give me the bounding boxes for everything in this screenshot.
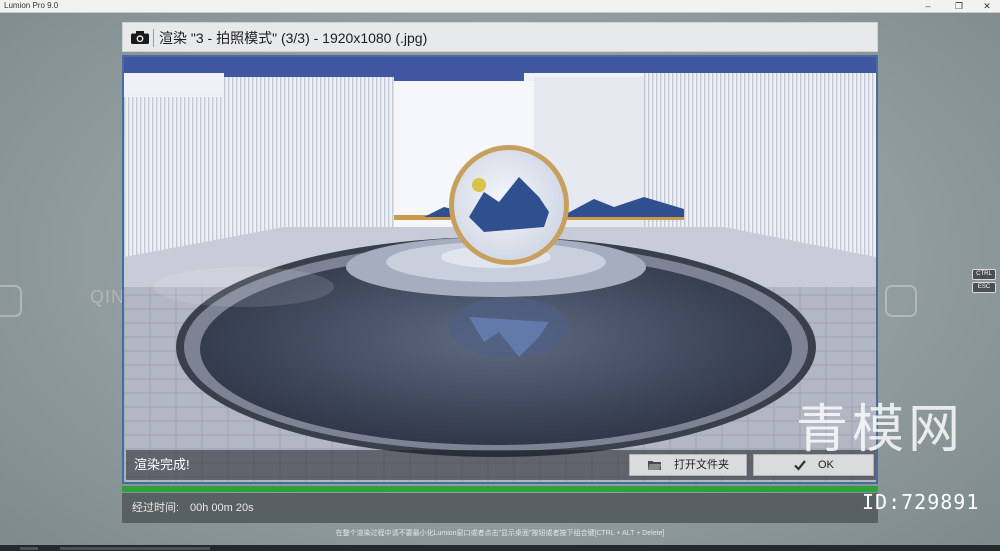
watermark-logo-icon [885, 285, 917, 317]
header-divider [153, 29, 154, 47]
elapsed-time-label: 经过时间: [132, 502, 180, 514]
minimize-icon[interactable]: – [915, 0, 941, 12]
dialog-header: 渲染 "3 - 拍照模式" (3/3) - 1920x1080 (.jpg) [122, 22, 878, 52]
close-icon[interactable]: ✕ [974, 0, 1000, 12]
watermark-logo-icon [0, 285, 22, 317]
elapsed-time-panel: 经过时间: 00h 00m 20s [122, 493, 878, 523]
window-titlebar: Lumion Pro 9.0 – ❐ ✕ [0, 0, 1000, 13]
camera-icon [131, 31, 149, 44]
ctrl-key-hint: CTRL [972, 269, 996, 280]
check-icon [794, 460, 806, 471]
render-status-bar: 渲染完成! 打开文件夹 OK [126, 450, 876, 480]
taskbar [0, 545, 1000, 551]
render-preview: 渲染完成! 打开文件夹 OK [122, 55, 878, 484]
taskbar-item[interactable] [60, 547, 210, 550]
esc-key-hint: ESC [972, 282, 996, 293]
rendered-scene-image [124, 57, 876, 482]
watermark-id: ID:729891 [862, 490, 980, 514]
open-folder-button[interactable]: 打开文件夹 [629, 454, 747, 476]
open-folder-label: 打开文件夹 [674, 459, 729, 471]
render-progress-bar [122, 486, 878, 492]
dialog-title: 渲染 "3 - 拍照模式" (3/3) - 1920x1080 (.jpg) [159, 30, 428, 46]
folder-icon [648, 461, 661, 470]
taskbar-item[interactable] [20, 547, 38, 550]
render-status-text: 渲染完成! [134, 457, 190, 472]
render-progress-fill [122, 486, 878, 492]
restore-icon[interactable]: ❐ [946, 0, 972, 12]
render-hint-text: 在整个渲染过程中请不要最小化Lumion窗口或者点击"显示桌面"按钮或者按下组合… [335, 530, 665, 537]
render-dialog: 渲染 "3 - 拍照模式" (3/3) - 1920x1080 (.jpg) 渲… [122, 22, 878, 523]
elapsed-time-value: 00h 00m 20s [190, 502, 254, 514]
window-title: Lumion Pro 9.0 [4, 1, 59, 10]
watermark-logo-text: 青模网 [796, 400, 965, 460]
